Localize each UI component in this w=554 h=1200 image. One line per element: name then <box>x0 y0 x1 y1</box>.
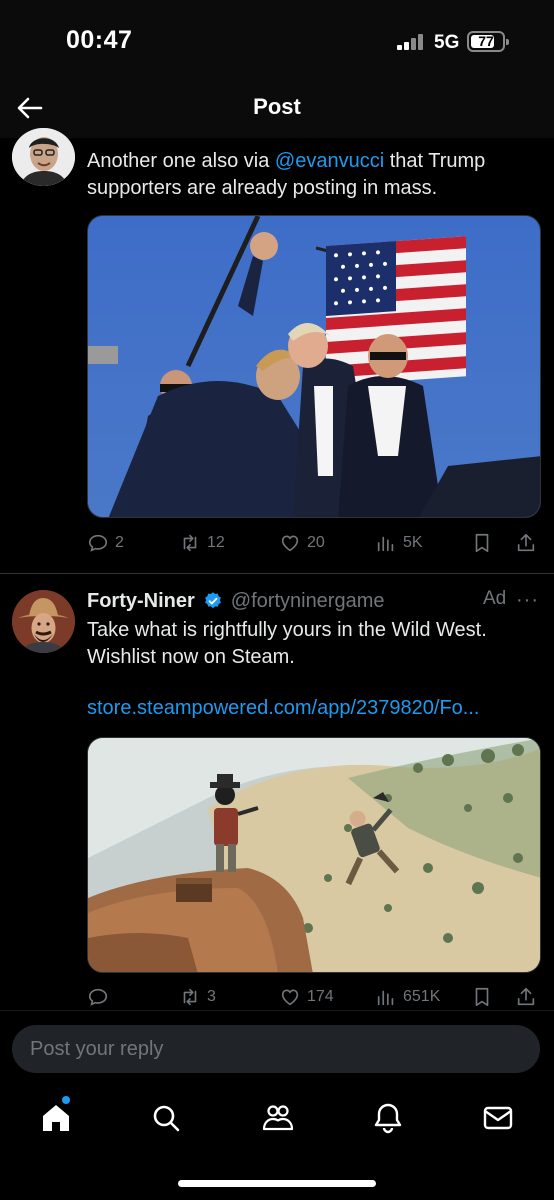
reply-bar: Post your reply <box>0 1010 554 1090</box>
reply-button[interactable] <box>87 984 115 1010</box>
bookmark-icon <box>475 987 489 1007</box>
post-text-start: Another one also via <box>87 150 275 172</box>
author-handle[interactable]: @fortyninergame <box>231 590 385 613</box>
author-name[interactable]: Forty-Niner <box>87 590 195 613</box>
views-count: 5K <box>403 534 423 551</box>
post-photo[interactable] <box>87 737 541 973</box>
page-title: Post <box>253 94 301 119</box>
external-link[interactable]: store.steampowered.com/app/2379820/Fo... <box>87 697 479 720</box>
post-actions: 3 174 651K <box>87 984 541 1010</box>
status-bar: 00:47 5G 77 <box>0 0 554 80</box>
new-content-dot <box>62 1096 70 1104</box>
more-options-icon[interactable]: ··· <box>516 589 539 612</box>
reply-icon <box>88 988 108 1006</box>
status-time: 00:47 <box>66 26 133 54</box>
repost-icon <box>183 534 197 552</box>
views-count: 651K <box>403 988 441 1005</box>
repost-count: 3 <box>207 988 216 1005</box>
repost-icon <box>183 988 197 1006</box>
battery-icon: 77 <box>467 31 509 52</box>
post-actions: 2 12 20 5K <box>87 530 541 556</box>
search-icon[interactable] <box>148 1100 184 1136</box>
share-button[interactable] <box>515 530 537 556</box>
avatar[interactable] <box>12 128 75 186</box>
share-button[interactable] <box>515 984 537 1010</box>
reply-icon <box>88 534 108 552</box>
reply-input[interactable]: Post your reply <box>12 1025 540 1073</box>
network-type: 5G <box>434 32 460 53</box>
ad-label: Ad <box>483 588 507 609</box>
home-indicator <box>178 1180 376 1187</box>
repost-button[interactable]: 3 <box>179 984 216 1010</box>
post-author: Forty-Niner @fortyninergame <box>87 588 385 614</box>
share-icon <box>517 533 535 552</box>
battery-percent: 77 <box>478 33 494 49</box>
home-icon[interactable] <box>38 1100 74 1136</box>
avatar[interactable] <box>12 590 75 653</box>
repost-button[interactable]: 12 <box>179 530 225 556</box>
messages-icon[interactable] <box>480 1100 516 1136</box>
post-photo[interactable] <box>87 215 541 518</box>
signal-icon <box>397 34 427 50</box>
notifications-icon[interactable] <box>370 1100 406 1136</box>
views-button[interactable]: 651K <box>375 984 440 1010</box>
mention-link[interactable]: @evanvucci <box>275 150 384 172</box>
top-header: Post <box>0 80 554 138</box>
verified-badge-icon <box>204 592 221 609</box>
bookmark-button[interactable] <box>471 530 493 556</box>
like-count: 20 <box>307 534 325 551</box>
reply-button[interactable]: 2 <box>87 530 124 556</box>
post-text: Take what is rightfully yours in the Wil… <box>87 619 487 668</box>
reply-count: 2 <box>115 534 124 551</box>
post-text: Another one also via @evanvucci that Tru… <box>87 148 537 202</box>
like-button[interactable]: 174 <box>279 984 334 1010</box>
views-icon <box>377 536 394 552</box>
like-count: 174 <box>307 988 334 1005</box>
views-button[interactable]: 5K <box>375 530 423 556</box>
bookmark-button[interactable] <box>471 984 493 1010</box>
share-icon <box>517 987 535 1006</box>
views-icon <box>377 990 394 1006</box>
heart-icon <box>281 535 299 552</box>
heart-icon <box>281 989 299 1006</box>
divider <box>0 573 554 574</box>
communities-icon[interactable] <box>260 1100 296 1136</box>
repost-count: 12 <box>207 534 225 551</box>
like-button[interactable]: 20 <box>279 530 325 556</box>
bookmark-icon <box>475 533 489 553</box>
